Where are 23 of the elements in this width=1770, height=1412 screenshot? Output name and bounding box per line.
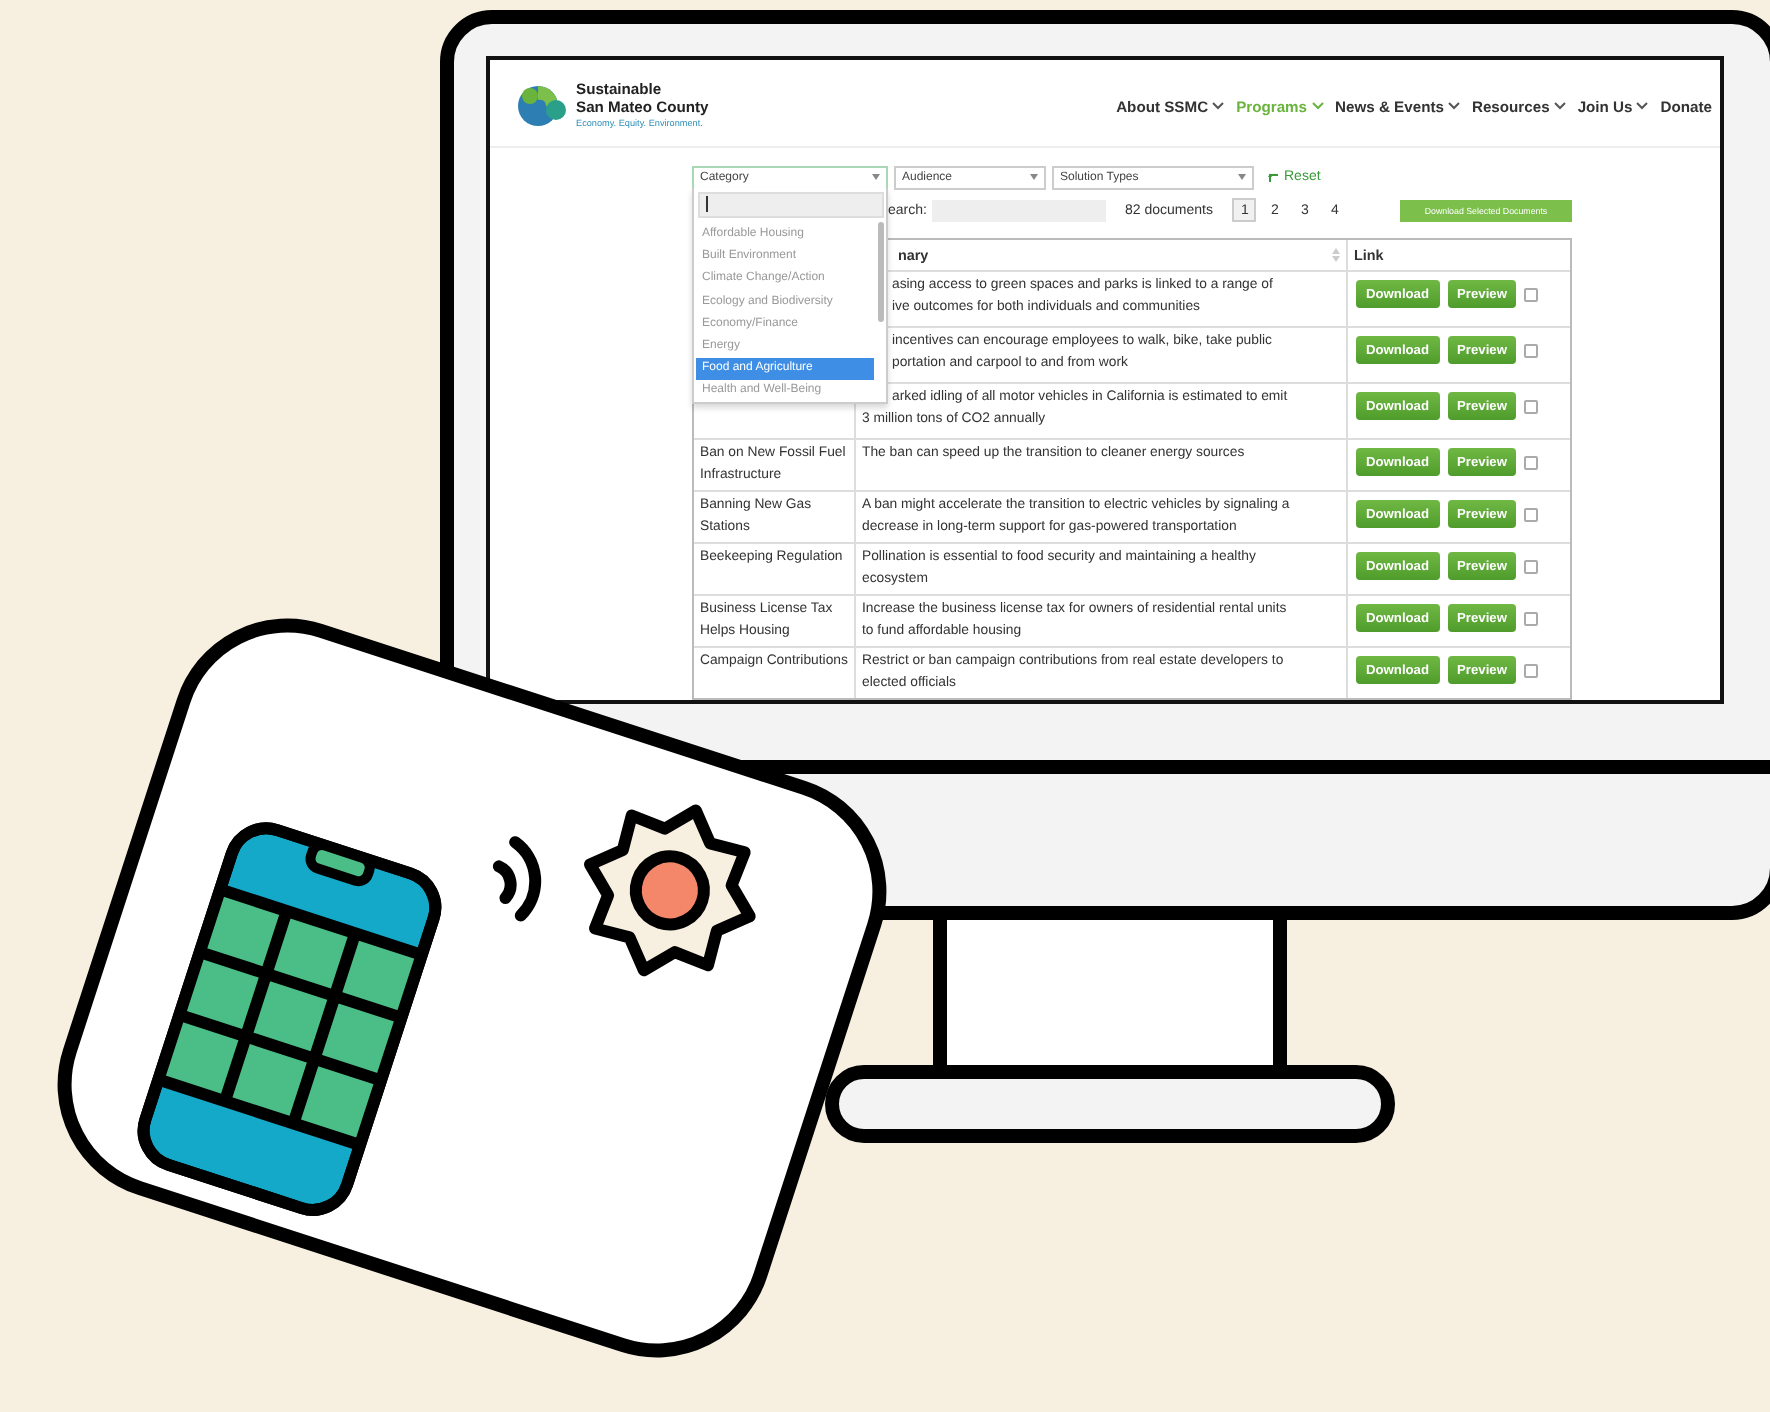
row-checkbox[interactable] — [1524, 663, 1539, 677]
row-checkbox[interactable] — [1524, 287, 1539, 301]
chevron-down-icon — [1636, 102, 1649, 110]
undo-icon — [1268, 171, 1280, 183]
row-checkbox[interactable] — [1524, 507, 1539, 521]
row-checkbox[interactable] — [1524, 559, 1539, 573]
caret-icon — [1238, 174, 1246, 180]
chevron-down-icon — [1447, 102, 1460, 110]
sort-icon[interactable] — [1332, 248, 1340, 262]
caret-icon — [872, 174, 880, 180]
chevron-down-icon — [1553, 102, 1566, 110]
signal-icon — [492, 836, 542, 922]
gear-icon — [583, 804, 756, 977]
scrollbar[interactable] — [878, 222, 884, 322]
caret-icon — [1030, 174, 1038, 180]
chevron-down-icon — [1212, 102, 1225, 110]
dropdown-search-field[interactable] — [698, 192, 884, 217]
row-checkbox[interactable] — [1524, 343, 1539, 357]
chevron-down-icon — [1311, 102, 1324, 110]
row-checkbox[interactable] — [1524, 399, 1539, 413]
logo-icon — [516, 82, 568, 130]
row-checkbox[interactable] — [1524, 455, 1539, 469]
row-checkbox[interactable] — [1524, 611, 1539, 625]
